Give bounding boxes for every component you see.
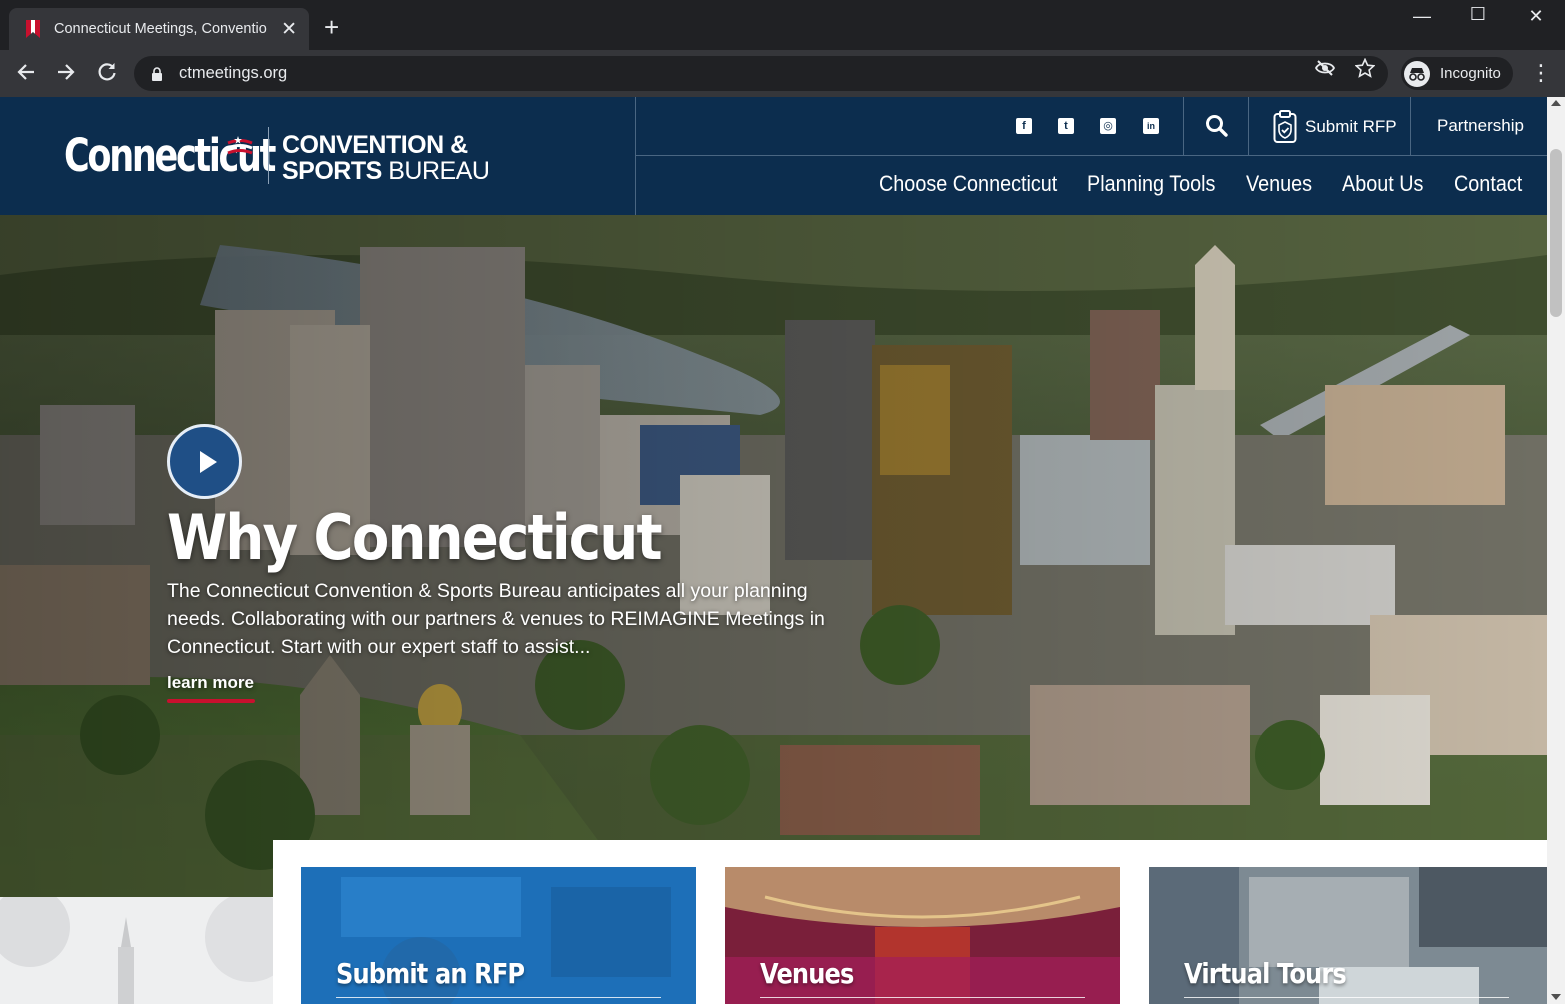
clipboard-check-icon (1273, 110, 1297, 143)
card-label: Virtual Tours (1184, 957, 1347, 990)
address-bar[interactable]: ctmeetings.org (134, 56, 1388, 91)
site-header: Connecticut CONVENTION & SPORTS BUREAU f… (0, 97, 1548, 215)
back-arrow-icon[interactable] (13, 61, 39, 88)
tab-close-icon[interactable]: ✕ (281, 20, 297, 39)
facebook-icon[interactable]: f (1016, 118, 1032, 134)
page-viewport: Connecticut CONVENTION & SPORTS BUREAU f… (0, 97, 1565, 1004)
incognito-icon (1404, 60, 1430, 87)
utility-separator (1248, 97, 1249, 156)
logo-line-2-bold: SPORTS (282, 157, 389, 185)
hero-title: Why Connecticut (167, 501, 663, 574)
logo-line-2: SPORTS BUREAU (282, 157, 490, 186)
logo-line-2-light: BUREAU (388, 157, 490, 185)
utility-bar: f t ◎ in Submit RFP Partnership (636, 97, 1548, 156)
card-label: Submit an RFP (336, 957, 525, 990)
window-close-icon[interactable]: ✕ (1521, 6, 1551, 27)
utility-separator (1410, 97, 1411, 156)
partnership-link[interactable]: Partnership (1437, 116, 1524, 136)
url-text: ctmeetings.org (179, 64, 288, 82)
instagram-icon[interactable]: ◎ (1100, 118, 1116, 134)
linkedin-icon[interactable]: in (1143, 118, 1159, 134)
page-scrollbar[interactable] (1547, 97, 1565, 1004)
maximize-icon[interactable]: ☐ (1463, 4, 1493, 25)
card-rule (336, 997, 661, 998)
card-virtual-tours[interactable]: Virtual Tours (1149, 867, 1547, 1004)
nav-choose-connecticut[interactable]: Choose Connecticut (879, 171, 1057, 197)
bookmark-star-icon[interactable] (1354, 57, 1376, 84)
browser-menu-icon[interactable]: ⋮ (1530, 60, 1552, 86)
tab-title: Connecticut Meetings, Conventio (54, 21, 267, 37)
header-right: f t ◎ in Submit RFP Partnership Choose C… (635, 97, 1548, 215)
browser-tab-active[interactable]: Connecticut Meetings, Conventio ✕ (9, 8, 309, 50)
card-rule (760, 997, 1085, 998)
browser-toolbar: ctmeetings.org Incognito ⋮ (0, 50, 1565, 97)
hero-section: Why Connecticut The Connecticut Conventi… (0, 215, 1547, 897)
tracking-blocked-eye-icon[interactable] (1314, 58, 1336, 84)
search-icon[interactable] (1204, 113, 1230, 139)
logo-line-1: CONVENTION & (282, 131, 468, 159)
logo-divider (268, 127, 269, 184)
scroll-down-arrow-icon[interactable] (1551, 994, 1561, 1000)
minimize-icon[interactable]: — (1407, 6, 1437, 27)
new-tab-button[interactable]: + (324, 14, 339, 40)
forward-arrow-icon[interactable] (53, 61, 79, 88)
scroll-up-arrow-icon[interactable] (1551, 100, 1561, 106)
incognito-profile-button[interactable]: Incognito (1401, 57, 1513, 90)
play-video-button[interactable] (167, 424, 242, 499)
card-venues[interactable]: Venues (725, 867, 1120, 1004)
reload-icon[interactable] (94, 61, 120, 88)
learn-more-underline (167, 699, 255, 703)
main-nav: Choose Connecticut Planning Tools Venues… (636, 156, 1548, 215)
lock-icon (151, 66, 163, 81)
nav-venues[interactable]: Venues (1246, 171, 1312, 197)
site-logo[interactable]: Connecticut CONVENTION & SPORTS BUREAU (64, 127, 490, 187)
profile-label: Incognito (1440, 65, 1501, 82)
browser-tabstrip: Connecticut Meetings, Conventio ✕ + — ☐ … (0, 0, 1565, 50)
church-steeple-image (0, 897, 273, 1004)
submit-rfp-label: Submit RFP (1305, 117, 1397, 136)
submit-rfp-link[interactable]: Submit RFP (1273, 107, 1397, 147)
card-rule (1184, 997, 1509, 998)
card-submit-rfp[interactable]: Submit an RFP (301, 867, 696, 1004)
nav-planning-tools[interactable]: Planning Tools (1087, 171, 1215, 197)
card-label: Venues (760, 957, 854, 990)
flag-icon (227, 136, 253, 155)
utility-separator (1183, 97, 1184, 156)
left-decorative-panel (0, 897, 273, 1004)
learn-more-link[interactable]: learn more (167, 673, 254, 693)
site-favicon-icon (23, 19, 43, 39)
nav-about-us[interactable]: About Us (1342, 171, 1423, 197)
scrollbar-thumb[interactable] (1550, 149, 1562, 317)
twitter-icon[interactable]: t (1058, 118, 1074, 134)
nav-contact[interactable]: Contact (1454, 171, 1522, 197)
hero-description: The Connecticut Convention & Sports Bure… (167, 580, 825, 658)
